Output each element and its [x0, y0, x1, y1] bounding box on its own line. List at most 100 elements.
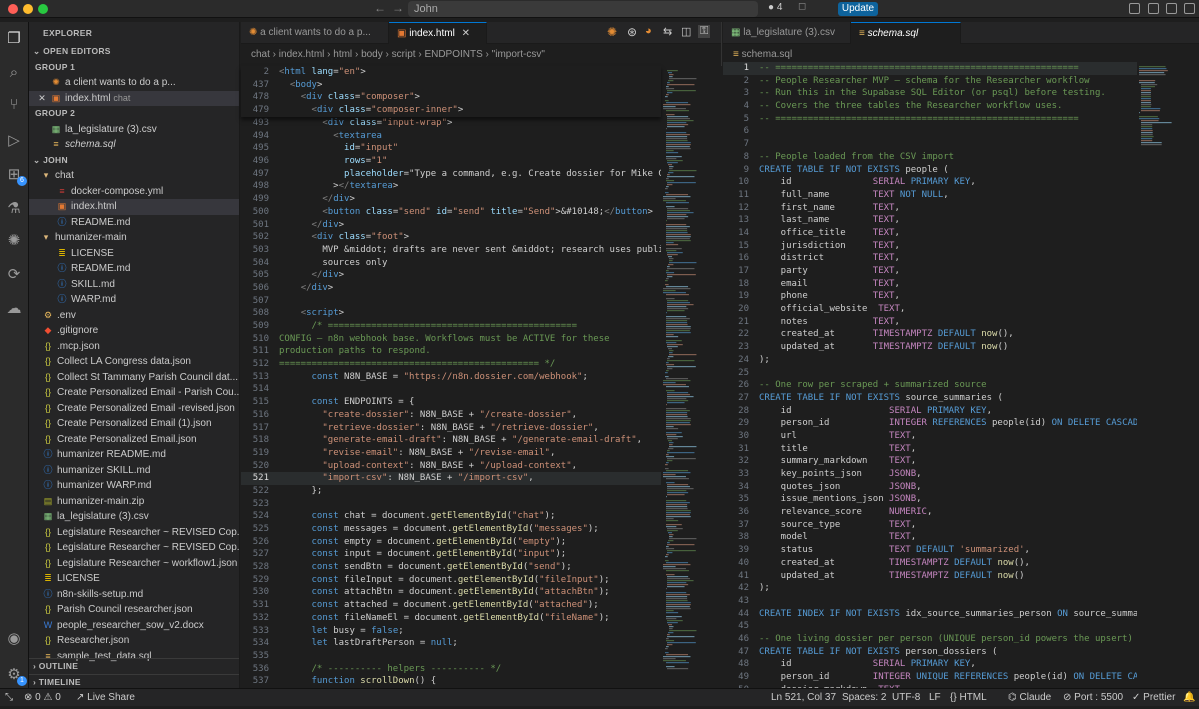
- code-line[interactable]: 514: [241, 383, 661, 396]
- remote-icon[interactable]: ⤡: [5, 689, 13, 707]
- update-button[interactable]: Update: [838, 2, 878, 16]
- code-area[interactable]: 493 <div class="input-wrap"> 494 <textare…: [241, 117, 661, 701]
- code-line[interactable]: 503 MVP &middot; drafts are never sent &…: [241, 244, 661, 257]
- layout-icon[interactable]: [1129, 3, 1140, 14]
- open-editors-header[interactable]: ⌄ OPEN EDITORS: [29, 44, 239, 60]
- code-line[interactable]: 38 model TEXT,: [723, 531, 1137, 544]
- account-icon[interactable]: ◉: [3, 628, 25, 650]
- code-line[interactable]: 510 CONFIG — n8n webhook base. Workflows …: [241, 333, 661, 346]
- code-line[interactable]: 526 const empty = document.getElementByI…: [241, 536, 661, 549]
- minimap[interactable]: [661, 66, 701, 688]
- code-line[interactable]: 31 title TEXT,: [723, 443, 1137, 456]
- file-item[interactable]: ⓘ WARP.md: [29, 292, 239, 308]
- indentation[interactable]: Spaces: 2: [842, 689, 886, 707]
- code-line[interactable]: 49 person_id INTEGER UNIQUE REFERENCES p…: [723, 671, 1137, 684]
- file-item[interactable]: ⓘ SKILL.md: [29, 277, 239, 293]
- close-window-button[interactable]: [8, 4, 18, 14]
- file-item[interactable]: ≣ LICENSE: [29, 246, 239, 262]
- code-line[interactable]: 35 issue_mentions_json JSONB,: [723, 493, 1137, 506]
- file-item[interactable]: ⓘ humanizer SKILL.md: [29, 463, 239, 479]
- back-arrow-icon[interactable]: ←: [374, 1, 386, 15]
- file-item[interactable]: ≣ LICENSE: [29, 571, 239, 587]
- code-line[interactable]: 1 -- ====================================…: [723, 62, 1137, 75]
- breadcrumb-item[interactable]: chat: [251, 49, 270, 60]
- code-line[interactable]: 47 CREATE TABLE IF NOT EXISTS person_doss…: [723, 646, 1137, 659]
- code-line[interactable]: 530 const attachBtn = document.getElemen…: [241, 586, 661, 599]
- toggle-panel-icon[interactable]: [1166, 3, 1177, 14]
- code-line[interactable]: 523: [241, 498, 661, 511]
- code-line[interactable]: 493 <div class="input-wrap">: [241, 117, 661, 130]
- prettier-status[interactable]: ✓ Prettier: [1132, 689, 1175, 707]
- tab-la-legislature[interactable]: ▦ la_legislature (3).csv: [723, 22, 851, 44]
- code-line[interactable]: 18 email TEXT,: [723, 278, 1137, 291]
- code-line[interactable]: 27 CREATE TABLE IF NOT EXISTS source_summ…: [723, 392, 1137, 405]
- code-line[interactable]: 437 <body>: [241, 79, 661, 92]
- code-line[interactable]: 29 person_id INTEGER REFERENCES people(i…: [723, 417, 1137, 430]
- code-line[interactable]: 23 updated_at TIMESTAMPTZ DEFAULT now(): [723, 341, 1137, 354]
- file-item[interactable]: {} Legislature Researcher ~ workflow1.jso…: [29, 556, 239, 572]
- code-line[interactable]: 528 const sendBtn = document.getElementB…: [241, 561, 661, 574]
- code-line[interactable]: 33 key_points_json JSONB,: [723, 468, 1137, 481]
- settings-gear-icon[interactable]: ⚙ 1: [3, 664, 27, 686]
- code-line[interactable]: 4 -- Covers the three tables the Research…: [723, 100, 1137, 113]
- open-editor-item[interactable]: ✺ a client wants to do a p...: [29, 75, 239, 91]
- command-center[interactable]: John: [408, 1, 758, 17]
- open-editor-item[interactable]: ▦ la_legislature (3).csv: [29, 122, 239, 138]
- breadcrumb-item[interactable]: body: [361, 49, 383, 60]
- code-line[interactable]: 3 -- Run this in the Supabase SQL Editor …: [723, 87, 1137, 100]
- code-line[interactable]: 5 -- ====================================…: [723, 113, 1137, 126]
- code-line[interactable]: 495 id="input": [241, 142, 661, 155]
- problems-indicator[interactable]: ⊗ 0 ⚠ 0: [24, 689, 61, 707]
- code-line[interactable]: 43: [723, 595, 1137, 608]
- breadcrumb-item[interactable]: index.html: [279, 49, 325, 60]
- code-line[interactable]: 44 CREATE INDEX IF NOT EXISTS idx_source_…: [723, 608, 1137, 621]
- open-preview-icon[interactable]: ⇆: [663, 25, 672, 38]
- code-line[interactable]: 15 jurisdiction TEXT,: [723, 240, 1137, 253]
- file-item[interactable]: {} Create Personalized Email -revised.jso…: [29, 401, 239, 417]
- file-item[interactable]: ⓘ n8n-skills-setup.md: [29, 587, 239, 603]
- claude-icon[interactable]: ✺: [607, 25, 617, 39]
- code-line[interactable]: 13 last_name TEXT,: [723, 214, 1137, 227]
- breadcrumb-file[interactable]: schema.sql: [742, 49, 793, 60]
- code-line[interactable]: 501 </div>: [241, 219, 661, 232]
- code-line[interactable]: 532 const fileNameEl = document.getEleme…: [241, 612, 661, 625]
- timeline-section[interactable]: › TIMELINE: [29, 674, 239, 688]
- code-line[interactable]: 511 production paths to respond.: [241, 345, 661, 358]
- code-area[interactable]: 1 -- ====================================…: [723, 62, 1137, 709]
- file-item[interactable]: ⓘ README.md: [29, 215, 239, 231]
- file-item[interactable]: ≡ docker-compose.yml: [29, 184, 239, 200]
- code-line[interactable]: 12 first_name TEXT,: [723, 202, 1137, 215]
- folder-item[interactable]: ▾ chat: [29, 168, 239, 184]
- code-line[interactable]: 535: [241, 650, 661, 663]
- chat-icon[interactable]: ◻: [798, 1, 806, 12]
- file-item[interactable]: {} Create Personalized Email.json: [29, 432, 239, 448]
- search-icon[interactable]: ⌕: [3, 62, 25, 84]
- file-item[interactable]: ⓘ README.md: [29, 261, 239, 277]
- claude-status[interactable]: ⌬ Claude: [1008, 689, 1051, 707]
- copilot-count[interactable]: ● 4: [768, 2, 782, 13]
- code-line[interactable]: 48 id SERIAL PRIMARY KEY,: [723, 658, 1137, 671]
- code-line[interactable]: 536 /* ---------- helpers ---------- */: [241, 663, 661, 676]
- close-icon[interactable]: ✕: [462, 28, 470, 39]
- line-ending[interactable]: LF: [929, 689, 941, 707]
- code-line[interactable]: 16 district TEXT,: [723, 252, 1137, 265]
- code-line[interactable]: 28 id SERIAL PRIMARY KEY,: [723, 405, 1137, 418]
- workspace-root[interactable]: ⌄ JOHN: [29, 153, 239, 169]
- file-item[interactable]: {} Researcher.json: [29, 633, 239, 649]
- code-line[interactable]: 517 "retrieve-dossier": N8N_BASE + "/ret…: [241, 422, 661, 435]
- code-line[interactable]: 513 const N8N_BASE = "https://n8n.dossie…: [241, 371, 661, 384]
- code-line[interactable]: 522 };: [241, 485, 661, 498]
- code-line[interactable]: 19 phone TEXT,: [723, 290, 1137, 303]
- minimize-window-button[interactable]: [23, 4, 33, 14]
- breadcrumb-item[interactable]: ENDPOINTS: [424, 49, 482, 60]
- breadcrumb-item[interactable]: html: [333, 49, 352, 60]
- code-line[interactable]: 32 summary_markdown TEXT,: [723, 455, 1137, 468]
- code-line[interactable]: 512 =====================================…: [241, 358, 661, 371]
- tab-schema-sql[interactable]: ≡ schema.sql: [851, 22, 961, 44]
- code-line[interactable]: 24);: [723, 354, 1137, 367]
- code-line[interactable]: 45: [723, 620, 1137, 633]
- minimap[interactable]: [1137, 62, 1177, 688]
- open-editor-item[interactable]: ✕ ▣ index.html chat: [29, 90, 239, 106]
- code-line[interactable]: 30 url TEXT,: [723, 430, 1137, 443]
- file-item[interactable]: ⓘ humanizer WARP.md: [29, 478, 239, 494]
